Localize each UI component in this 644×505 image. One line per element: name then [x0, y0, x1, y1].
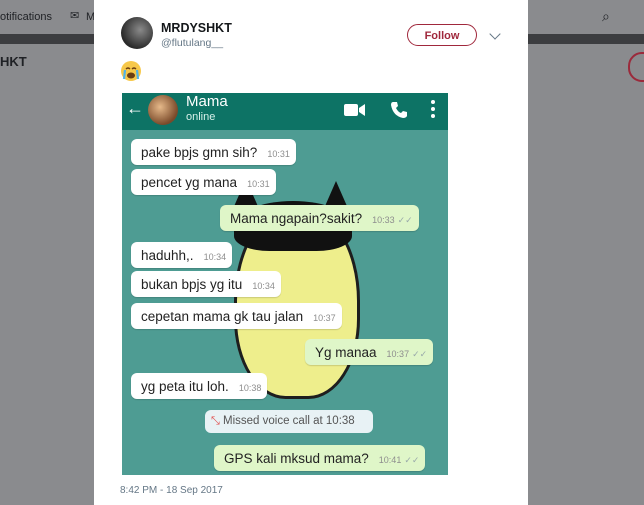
user-handle[interactable]: @flutulang__ — [161, 37, 223, 49]
follow-button[interactable]: Follow — [407, 24, 477, 46]
contact-avatar — [148, 95, 178, 125]
message-time: 10:34 — [252, 281, 275, 291]
contact-name: Mama — [186, 93, 228, 110]
message-bubble: pake bpjs gmn sih? 10:31 — [131, 139, 296, 165]
message-bubble: yg peta itu loh. 10:38 — [131, 373, 268, 399]
message-time: 10:41 — [378, 455, 402, 465]
message-bubble: pencet yg mana 10:31 — [131, 169, 276, 195]
background-left-panel — [0, 44, 94, 505]
message-bubble: cepetan mama gk tau jalan 10:37 — [131, 303, 342, 329]
message-time: 10:37 — [313, 313, 336, 323]
message-time: 10:34 — [203, 252, 227, 262]
nav-notifications: otifications — [0, 11, 52, 23]
message-text: Mama ngapain?sakit? — [230, 211, 363, 226]
message-bubble: GPS kali mksud mama? 10:41 ✓✓ — [214, 445, 426, 471]
message-time: 10:31 — [267, 149, 290, 159]
message-bubble: bukan bpjs yg itu 10:34 — [131, 271, 281, 297]
whatsapp-screenshot: ← Mama online pake bpjs gmn sih? 10:31 pe… — [122, 93, 448, 475]
video-call-icon — [344, 104, 365, 116]
message-text: bukan bpjs yg itu — [141, 277, 243, 292]
message-text: yg peta itu loh. — [141, 379, 229, 394]
missed-call-text: Missed voice call at 10:38 — [223, 415, 355, 427]
message-bubble: haduhh,. 10:34 — [131, 242, 233, 268]
tweet-modal: MRDYSHKT @flutulang__ Follow ← Mama onli… — [94, 0, 528, 505]
message-text: Yg manaa — [315, 345, 377, 360]
message-text: pencet yg mana — [141, 175, 238, 190]
tweet-timestamp[interactable]: 8:42 PM - 18 Sep 2017 — [120, 485, 223, 496]
search-icon: ⌕ — [602, 8, 610, 24]
message-time: 10:31 — [247, 179, 270, 189]
phone-icon — [391, 102, 407, 118]
message-time: 10:37 — [386, 349, 410, 359]
message-time: 10:38 — [238, 383, 262, 393]
message-text: cepetan mama gk tau jalan — [141, 309, 304, 324]
crying-face-emoji — [120, 60, 142, 82]
message-time: 10:33 — [372, 215, 395, 225]
chat-header: ← Mama online — [122, 93, 448, 130]
chevron-down-icon[interactable] — [489, 28, 501, 40]
back-arrow-icon: ← — [126, 98, 144, 118]
profile-name: HKT — [0, 54, 27, 69]
contact-status: online — [186, 111, 216, 123]
message-text: GPS kali mksud mama? — [224, 451, 369, 466]
display-name[interactable]: MRDYSHKT — [161, 21, 232, 35]
missed-call-icon: ⤡ — [211, 415, 220, 427]
avatar[interactable] — [121, 17, 153, 49]
more-options-icon — [431, 100, 435, 118]
message-text: haduhh,. — [141, 248, 194, 263]
read-ticks-icon: ✓✓ — [412, 349, 428, 359]
missed-call-notice: ⤡ Missed voice call at 10:38 — [205, 410, 373, 433]
read-ticks-icon: ✓✓ — [397, 215, 413, 225]
read-ticks-icon: ✓✓ — [404, 455, 420, 465]
messages-icon: ✉ — [70, 10, 80, 22]
message-bubble: Yg manaa 10:37 ✓✓ — [305, 339, 434, 365]
background-right-panel — [528, 44, 644, 505]
message-bubble: Mama ngapain?sakit? 10:33 ✓✓ — [220, 205, 419, 231]
message-text: pake bpjs gmn sih? — [141, 145, 258, 160]
